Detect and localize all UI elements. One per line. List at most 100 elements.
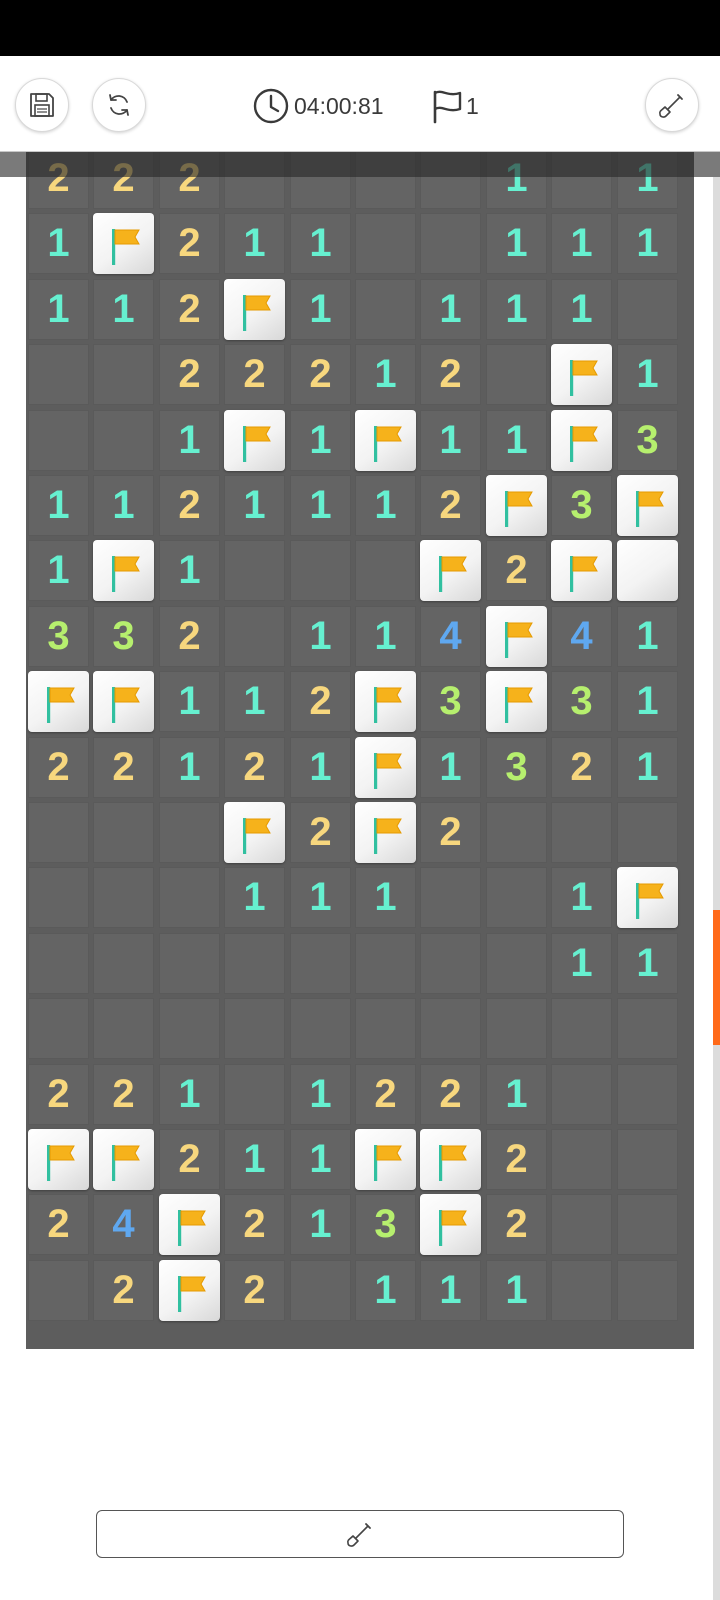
empty-cell[interactable] bbox=[224, 1064, 285, 1125]
empty-cell[interactable] bbox=[420, 213, 481, 274]
number-cell[interactable]: 2 bbox=[290, 671, 351, 732]
number-cell[interactable]: 2 bbox=[93, 737, 154, 798]
number-cell[interactable]: 2 bbox=[290, 344, 351, 405]
empty-cell[interactable] bbox=[93, 410, 154, 471]
number-cell[interactable]: 1 bbox=[617, 606, 678, 667]
empty-cell[interactable] bbox=[159, 998, 220, 1059]
flagged-tile[interactable] bbox=[486, 671, 547, 732]
number-cell[interactable]: 1 bbox=[486, 410, 547, 471]
empty-cell[interactable] bbox=[551, 802, 612, 863]
flagged-tile[interactable] bbox=[224, 410, 285, 471]
number-cell[interactable]: 2 bbox=[224, 1194, 285, 1255]
empty-cell[interactable] bbox=[28, 867, 89, 928]
number-cell[interactable]: 1 bbox=[486, 1260, 547, 1321]
number-cell[interactable]: 4 bbox=[420, 606, 481, 667]
empty-cell[interactable] bbox=[224, 933, 285, 994]
empty-cell[interactable] bbox=[355, 213, 416, 274]
number-cell[interactable]: 1 bbox=[224, 671, 285, 732]
flagged-tile[interactable] bbox=[551, 540, 612, 601]
number-cell[interactable]: 4 bbox=[93, 1194, 154, 1255]
number-cell[interactable]: 1 bbox=[93, 475, 154, 536]
empty-cell[interactable] bbox=[355, 540, 416, 601]
number-cell[interactable]: 2 bbox=[486, 1129, 547, 1190]
empty-cell[interactable] bbox=[617, 1129, 678, 1190]
number-cell[interactable]: 3 bbox=[420, 671, 481, 732]
number-cell[interactable]: 1 bbox=[290, 737, 351, 798]
number-cell[interactable]: 1 bbox=[93, 279, 154, 340]
empty-cell[interactable] bbox=[551, 1260, 612, 1321]
number-cell[interactable]: 2 bbox=[420, 475, 481, 536]
number-cell[interactable]: 1 bbox=[617, 344, 678, 405]
minefield-board[interactable]: 2221112111111121111222121111131121112311… bbox=[26, 143, 694, 1349]
number-cell[interactable]: 1 bbox=[290, 1064, 351, 1125]
empty-cell[interactable] bbox=[551, 1194, 612, 1255]
save-button[interactable] bbox=[15, 78, 69, 132]
number-cell[interactable]: 2 bbox=[159, 475, 220, 536]
empty-cell[interactable] bbox=[93, 867, 154, 928]
number-cell[interactable]: 1 bbox=[551, 867, 612, 928]
number-cell[interactable]: 3 bbox=[486, 737, 547, 798]
flagged-tile[interactable] bbox=[486, 475, 547, 536]
number-cell[interactable]: 1 bbox=[486, 279, 547, 340]
empty-cell[interactable] bbox=[355, 279, 416, 340]
empty-cell[interactable] bbox=[28, 1260, 89, 1321]
flagged-tile[interactable] bbox=[551, 410, 612, 471]
empty-cell[interactable] bbox=[159, 933, 220, 994]
number-cell[interactable]: 1 bbox=[355, 344, 416, 405]
flagged-tile[interactable] bbox=[420, 1194, 481, 1255]
scrollbar-track[interactable] bbox=[713, 177, 720, 1600]
empty-cell[interactable] bbox=[420, 933, 481, 994]
empty-cell[interactable] bbox=[28, 998, 89, 1059]
number-cell[interactable]: 1 bbox=[28, 540, 89, 601]
number-cell[interactable]: 1 bbox=[159, 671, 220, 732]
number-cell[interactable]: 2 bbox=[159, 606, 220, 667]
number-cell[interactable]: 2 bbox=[486, 540, 547, 601]
empty-cell[interactable] bbox=[420, 867, 481, 928]
empty-cell[interactable] bbox=[617, 802, 678, 863]
number-cell[interactable]: 1 bbox=[290, 867, 351, 928]
number-cell[interactable]: 2 bbox=[486, 1194, 547, 1255]
number-cell[interactable]: 2 bbox=[159, 213, 220, 274]
number-cell[interactable]: 1 bbox=[290, 606, 351, 667]
empty-cell[interactable] bbox=[486, 802, 547, 863]
number-cell[interactable]: 3 bbox=[28, 606, 89, 667]
number-cell[interactable]: 4 bbox=[551, 606, 612, 667]
number-cell[interactable]: 1 bbox=[290, 1194, 351, 1255]
number-cell[interactable]: 1 bbox=[159, 737, 220, 798]
number-cell[interactable]: 1 bbox=[290, 1129, 351, 1190]
number-cell[interactable]: 1 bbox=[551, 933, 612, 994]
scrollbar-thumb[interactable] bbox=[713, 910, 720, 1045]
number-cell[interactable]: 1 bbox=[551, 279, 612, 340]
number-cell[interactable]: 2 bbox=[420, 344, 481, 405]
empty-cell[interactable] bbox=[93, 998, 154, 1059]
number-cell[interactable]: 1 bbox=[159, 540, 220, 601]
number-cell[interactable]: 1 bbox=[159, 1064, 220, 1125]
number-cell[interactable]: 1 bbox=[551, 213, 612, 274]
number-cell[interactable]: 1 bbox=[28, 279, 89, 340]
flagged-tile[interactable] bbox=[551, 344, 612, 405]
empty-cell[interactable] bbox=[486, 998, 547, 1059]
flagged-tile[interactable] bbox=[93, 1129, 154, 1190]
number-cell[interactable]: 1 bbox=[290, 410, 351, 471]
number-cell[interactable]: 1 bbox=[617, 213, 678, 274]
number-cell[interactable]: 2 bbox=[28, 1064, 89, 1125]
unrevealed-tile[interactable] bbox=[617, 540, 678, 601]
number-cell[interactable]: 1 bbox=[28, 475, 89, 536]
number-cell[interactable]: 3 bbox=[93, 606, 154, 667]
number-cell[interactable]: 2 bbox=[420, 802, 481, 863]
number-cell[interactable]: 2 bbox=[93, 1064, 154, 1125]
empty-cell[interactable] bbox=[486, 933, 547, 994]
number-cell[interactable]: 2 bbox=[159, 1129, 220, 1190]
number-cell[interactable]: 1 bbox=[224, 475, 285, 536]
empty-cell[interactable] bbox=[93, 802, 154, 863]
empty-cell[interactable] bbox=[28, 410, 89, 471]
flagged-tile[interactable] bbox=[93, 671, 154, 732]
empty-cell[interactable] bbox=[28, 344, 89, 405]
empty-cell[interactable] bbox=[486, 867, 547, 928]
flagged-tile[interactable] bbox=[420, 1129, 481, 1190]
number-cell[interactable]: 1 bbox=[224, 867, 285, 928]
number-cell[interactable]: 1 bbox=[355, 475, 416, 536]
empty-cell[interactable] bbox=[224, 998, 285, 1059]
flagged-tile[interactable] bbox=[355, 802, 416, 863]
number-cell[interactable]: 2 bbox=[224, 344, 285, 405]
